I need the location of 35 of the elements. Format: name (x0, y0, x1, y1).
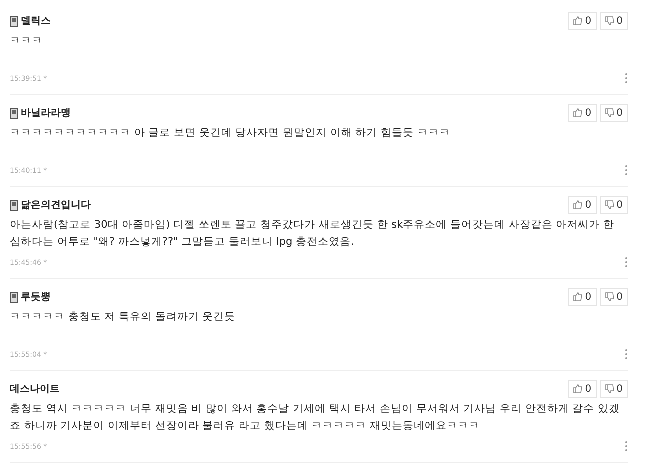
thumbs-up-icon (573, 108, 584, 118)
thumbs-up-icon (573, 384, 584, 394)
comment-text: 아는사람(참고로 30대 아줌마임) 디젤 쏘렌토 끌고 청주갔다가 새로생긴듯 한 sk주유소에 들어갓는데 사장같은 아저씨가 한심하다는 어투로 "왜? 까스넣게??" 그말듣고 둘러보니 lpg 충전소였음. (10, 218, 616, 250)
dislike-button[interactable]: 0 (600, 12, 628, 30)
comment-text: ㅋㅋㅋㅋㅋㅋㅋㅋㅋㅋㅋ 아 글로 보면 웃긴데 당사자면 뭔말인지 이해 하기 힘들듯 ㅋㅋㅋ (10, 126, 452, 141)
like-button[interactable]: 0 (568, 104, 597, 122)
like-button[interactable]: 0 (568, 288, 597, 306)
author-name[interactable]: 데스나이트 (10, 382, 60, 396)
more-options-icon[interactable] (625, 441, 628, 452)
more-options-icon[interactable] (625, 349, 628, 360)
like-button[interactable]: 0 (568, 380, 597, 398)
author-name[interactable]: 바닐라라맹 (21, 106, 71, 120)
more-options-icon[interactable] (625, 257, 628, 268)
more-options-icon[interactable] (625, 165, 628, 176)
author-name[interactable]: 루듯뿡 (21, 290, 51, 304)
dislike-button[interactable]: 0 (600, 380, 628, 398)
comment-text: 충청도 역시 ㅋㅋㅋㅋㅋ 너무 재밋음 비 많이 와서 홍수날 기세에 택시 타서 손님이 무서워서 기사님 우리 안전하게 갈수 있겠죠 하니까 기사분이 이제부터 선장이라 불러유 라고 했다는데 ㅋㅋㅋㅋㅋ 재밋는동네에요ㅋㅋㅋ (10, 402, 622, 434)
thumbs-down-icon (604, 292, 615, 302)
thumbs-down-icon (604, 108, 615, 118)
more-options-icon[interactable] (625, 73, 628, 84)
like-button[interactable]: 0 (568, 196, 597, 214)
like-button[interactable]: 0 (568, 12, 597, 30)
thumbs-down-icon (604, 200, 615, 210)
thumbs-up-icon (573, 16, 584, 26)
author-name[interactable]: 델릭스 (21, 14, 51, 28)
thumbs-up-icon (573, 200, 584, 210)
dislike-button[interactable]: 0 (600, 104, 628, 122)
comment-text: ㅋㅋㅋㅋㅋ 충청도 저 특유의 돌려까기 웃긴듯 (10, 310, 237, 325)
thumbs-up-icon (573, 292, 584, 302)
comment-text: ㅋㅋㅋ (10, 34, 44, 49)
thumbs-down-icon (604, 384, 615, 394)
dislike-button[interactable]: 0 (600, 196, 628, 214)
dislike-button[interactable]: 0 (600, 288, 628, 306)
author-name[interactable]: 닮은의견입니다 (21, 198, 91, 212)
thumbs-down-icon (604, 16, 615, 26)
